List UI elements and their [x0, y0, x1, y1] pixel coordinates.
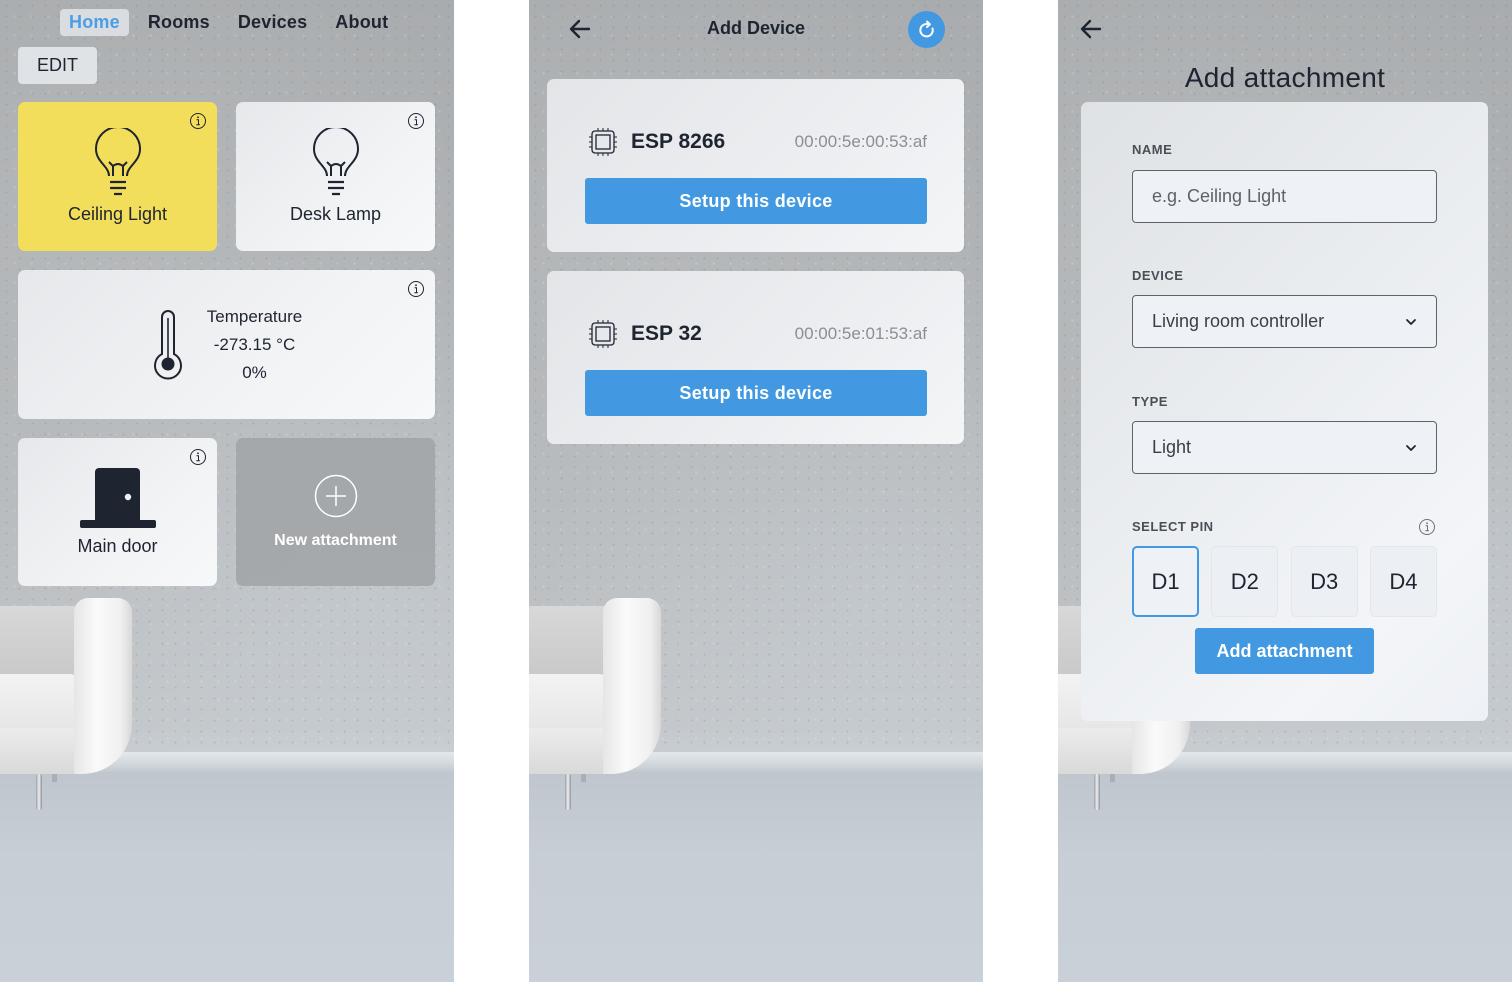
info-icon[interactable] — [407, 280, 425, 298]
device-name: ESP 8266 — [631, 130, 726, 153]
refresh-icon — [918, 20, 934, 37]
plus-circle-icon — [314, 474, 357, 518]
select-pin-label: SELECT PIN — [1132, 519, 1214, 534]
tile-desk-lamp[interactable]: Desk Lamp — [236, 102, 435, 251]
name-input[interactable] — [1132, 170, 1437, 223]
name-label: NAME — [1132, 142, 1173, 157]
page-title: Add attachment — [1184, 62, 1386, 93]
type-select-value: Light — [1152, 437, 1192, 457]
device-select[interactable]: Living room controller — [1132, 295, 1437, 348]
pin-option-d1[interactable]: D1 — [1132, 546, 1199, 617]
pin-option-d2[interactable]: D2 — [1211, 546, 1279, 617]
type-label: TYPE — [1132, 394, 1168, 409]
device-name: ESP 32 — [631, 322, 702, 345]
lightbulb-icon — [312, 128, 359, 196]
tile-temperature[interactable]: Temperature -273.15 °C 0% — [18, 270, 435, 419]
device-card: ESP 32 00:00:5e:01:53:af Setup this devi… — [547, 271, 964, 444]
device-label: DEVICE — [1132, 268, 1184, 283]
tile-label: Main door — [77, 535, 158, 556]
tile-main-door[interactable]: Main door — [18, 438, 217, 586]
setup-device-button[interactable]: Setup this device — [585, 178, 927, 224]
back-arrow-icon[interactable] — [1078, 16, 1104, 42]
chevron-down-icon — [1406, 318, 1416, 325]
temperature-readout: Temperature -273.15 °C 0% — [207, 303, 302, 387]
new-attachment-button[interactable]: New attachment — [236, 438, 435, 586]
device-card: ESP 8266 00:00:5e:00:53:af Setup this de… — [547, 79, 964, 252]
setup-device-button[interactable]: Setup this device — [585, 370, 927, 416]
add-attachment-screen: Add attachment NAME DEVICE Living room c… — [1058, 0, 1512, 982]
add-attachment-button[interactable]: Add attachment — [1195, 628, 1374, 674]
refresh-button[interactable] — [908, 11, 945, 48]
add-device-screen: Add Device ESP 8266 00:00:5e:00:53:af Se… — [529, 0, 983, 982]
info-icon[interactable] — [407, 112, 425, 130]
home-screen: Home Rooms Devices About EDIT Ceiling Li… — [0, 0, 454, 982]
tile-label: New attachment — [274, 532, 397, 549]
nav-home[interactable]: Home — [60, 9, 129, 36]
type-select[interactable]: Light — [1132, 421, 1437, 474]
attachment-form: NAME DEVICE Living room controller TYPE … — [1081, 102, 1488, 721]
chip-icon — [589, 128, 617, 156]
main-nav: Home Rooms Devices About — [60, 9, 407, 36]
chevron-down-icon — [1406, 444, 1416, 451]
background-sofa — [0, 598, 132, 810]
device-select-value: Living room controller — [1152, 311, 1325, 331]
chip-icon — [589, 320, 617, 348]
device-mac-address: 00:00:5e:00:53:af — [794, 132, 927, 151]
edit-button[interactable]: EDIT — [18, 47, 97, 84]
pin-option-d4[interactable]: D4 — [1369, 546, 1437, 617]
device-mac-address: 00:00:5e:01:53:af — [794, 324, 927, 343]
door-icon — [79, 467, 156, 528]
info-icon[interactable] — [189, 112, 207, 130]
info-icon[interactable] — [1418, 518, 1436, 536]
tile-label: Desk Lamp — [289, 204, 382, 224]
nav-rooms[interactable]: Rooms — [139, 9, 219, 36]
nav-devices[interactable]: Devices — [229, 9, 316, 36]
lightbulb-icon — [94, 128, 141, 196]
background-sofa — [529, 598, 661, 810]
info-icon[interactable] — [189, 448, 207, 466]
pin-selector: D1 D2 D3 D4 — [1132, 546, 1437, 617]
tile-label: Ceiling Light — [67, 204, 168, 224]
thermometer-icon — [153, 309, 182, 380]
tile-ceiling-light[interactable]: Ceiling Light — [18, 102, 217, 251]
pin-option-d3[interactable]: D3 — [1290, 546, 1358, 617]
nav-about[interactable]: About — [326, 9, 397, 36]
temperature-value: -273.15 °C — [213, 334, 296, 354]
humidity-value: 0% — [242, 362, 267, 382]
temperature-title: Temperature — [206, 306, 303, 326]
